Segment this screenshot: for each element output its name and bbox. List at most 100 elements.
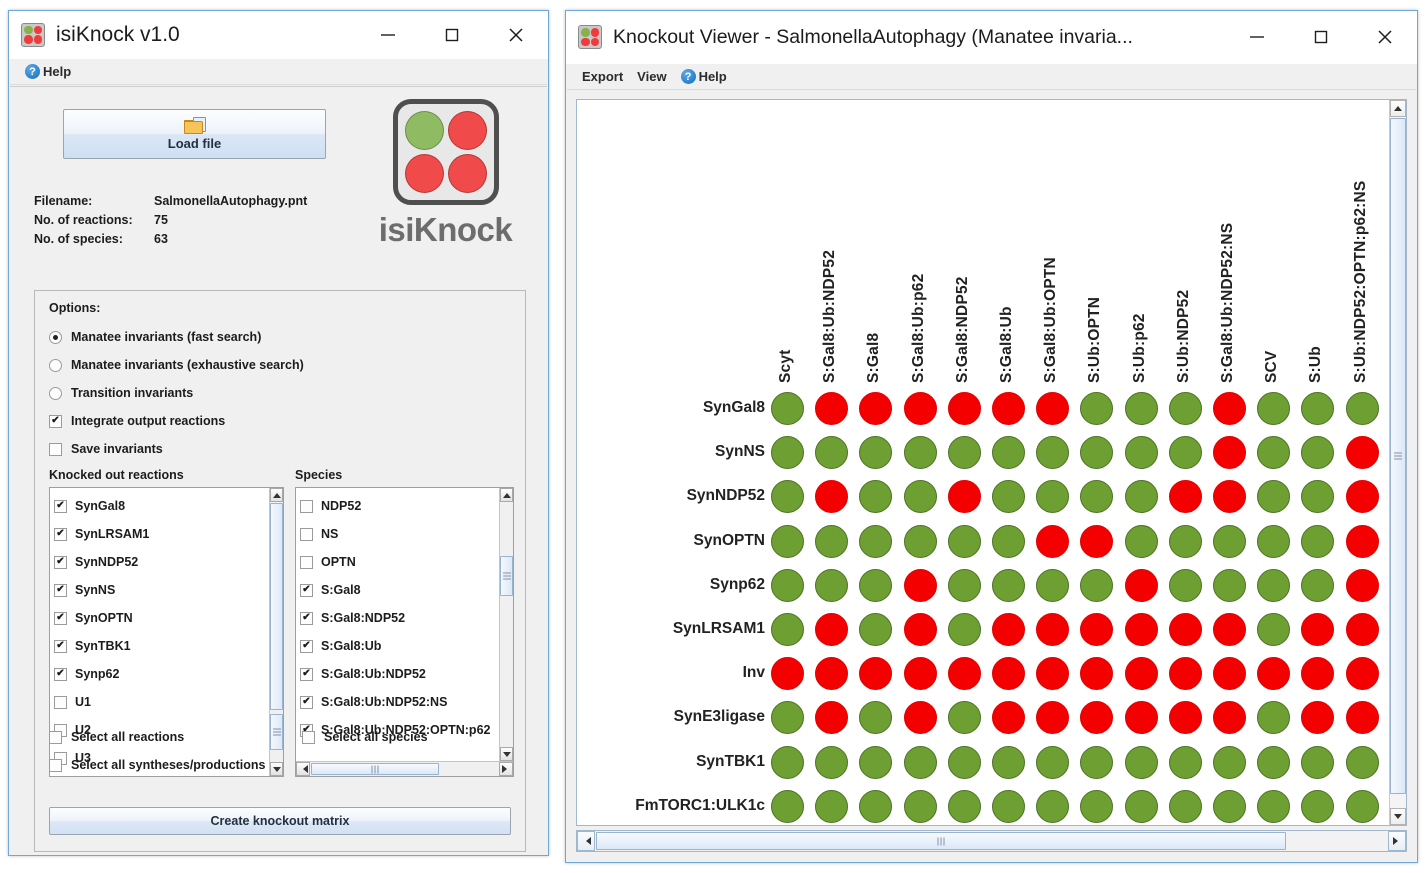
matrix-cell-green[interactable] [1257, 701, 1291, 735]
matrix-cell-red[interactable] [1124, 613, 1158, 646]
matrix-cell-green[interactable] [771, 789, 804, 823]
list-item-checkbox[interactable] [300, 639, 313, 653]
matrix-cell-red[interactable] [815, 657, 849, 691]
matrix-cell-red[interactable] [1213, 613, 1246, 646]
matrix-cell-red[interactable] [903, 613, 937, 646]
menu-item-view[interactable]: View [630, 67, 673, 86]
matrix-cell-red[interactable] [1036, 701, 1070, 735]
matrix-cell-red[interactable] [1036, 657, 1070, 691]
menu-item-export[interactable]: Export [575, 67, 630, 86]
matrix-cell-red[interactable] [1345, 480, 1379, 514]
matrix-cell-green[interactable] [1168, 524, 1202, 558]
list-item[interactable]: OPTN [300, 548, 499, 576]
matrix-cell-red[interactable] [815, 613, 849, 646]
matrix-cell-green[interactable] [1168, 568, 1202, 602]
matrix-cell-green[interactable] [1080, 568, 1114, 602]
list-item-checkbox[interactable] [300, 555, 313, 569]
matrix-cell-green[interactable] [947, 613, 981, 646]
menu-item-help[interactable]: ? Help [18, 62, 78, 81]
matrix-cell-green[interactable] [1257, 524, 1291, 558]
matrix-cell-green[interactable] [1036, 568, 1070, 602]
matrix-cell-red[interactable] [1257, 657, 1291, 691]
matrix-cell-green[interactable] [1257, 436, 1291, 470]
matrix-cell-green[interactable] [771, 436, 804, 470]
matrix-cell-green[interactable] [1036, 436, 1070, 470]
radio-manatee-exhaustive[interactable]: Manatee invariants (exhaustive search) [49, 351, 304, 379]
matrix-cell-green[interactable] [859, 789, 893, 823]
matrix-cell-red[interactable] [1301, 613, 1335, 646]
matrix-cell-red[interactable] [992, 392, 1025, 425]
matrix-cell-red[interactable] [1036, 524, 1070, 558]
list-item-checkbox[interactable] [300, 667, 313, 681]
matrix-cell-red[interactable] [1345, 657, 1379, 691]
matrix-cell-red[interactable] [947, 392, 981, 425]
load-file-button[interactable]: Load file [63, 109, 326, 159]
matrix-cell-red[interactable] [1168, 657, 1202, 691]
list-item[interactable]: S:Gal8:Ub [300, 632, 499, 660]
matrix-cell-red[interactable] [1168, 701, 1202, 735]
matrix-cell-green[interactable] [992, 789, 1025, 823]
matrix-cell-green[interactable] [1168, 745, 1202, 779]
matrix-cell-green[interactable] [859, 480, 893, 514]
matrix-cell-green[interactable] [1036, 789, 1070, 823]
matrix-cell-green[interactable] [992, 436, 1025, 470]
matrix-cell-green[interactable] [1124, 524, 1158, 558]
matrix-cell-red[interactable] [1213, 701, 1246, 735]
scroll-left-icon[interactable] [577, 831, 595, 851]
matrix-cell-green[interactable] [1080, 789, 1114, 823]
minimize-icon[interactable] [1225, 11, 1289, 63]
close-icon[interactable] [484, 11, 548, 58]
list-item-checkbox[interactable] [300, 527, 313, 541]
list-item-checkbox[interactable] [300, 695, 313, 709]
matrix-horizontal-scrollbar[interactable] [576, 830, 1407, 852]
matrix-cell-red[interactable] [1080, 613, 1114, 646]
matrix-cell-green[interactable] [1124, 436, 1158, 470]
matrix-cell-green[interactable] [815, 524, 849, 558]
checkbox-select-all-syntheses[interactable]: Select all syntheses/productions [49, 751, 514, 779]
checkbox-select-all-reactions[interactable]: Select all reactions [49, 723, 514, 751]
list-item[interactable]: SynNDP52 [54, 548, 269, 576]
matrix-cell-green[interactable] [815, 568, 849, 602]
list-item[interactable]: Synp62 [54, 660, 269, 688]
matrix-cell-green[interactable] [1301, 568, 1335, 602]
matrix-cell-green[interactable] [1257, 613, 1291, 646]
list-item[interactable]: S:Gal8:Ub:NDP52 [300, 660, 499, 688]
matrix-cell-red[interactable] [1301, 657, 1335, 691]
matrix-cell-green[interactable] [771, 524, 804, 558]
matrix-cell-green[interactable] [1080, 480, 1114, 514]
scroll-up-icon[interactable] [1390, 100, 1406, 117]
scroll-down-icon[interactable] [1390, 808, 1406, 825]
matrix-cell-green[interactable] [992, 480, 1025, 514]
matrix-cell-green[interactable] [1213, 745, 1246, 779]
matrix-cell-red[interactable] [903, 568, 937, 602]
list-item[interactable]: S:Gal8:Ub:NDP52:NS [300, 688, 499, 716]
radio-transition-invariants[interactable]: Transition invariants [49, 379, 304, 407]
list-item[interactable]: NDP52 [300, 492, 499, 520]
matrix-cell-green[interactable] [947, 701, 981, 735]
list-item[interactable]: S:Gal8:NDP52 [300, 604, 499, 632]
scrollbar-thumb[interactable] [270, 503, 283, 710]
matrix-cell-green[interactable] [1345, 789, 1379, 823]
list-item-checkbox[interactable] [54, 667, 67, 681]
matrix-cell-red[interactable] [1213, 436, 1246, 470]
matrix-cell-green[interactable] [1168, 436, 1202, 470]
list-item[interactable]: SynGal8 [54, 492, 269, 520]
matrix-cell-red[interactable] [771, 657, 804, 691]
checkbox-save-invariants[interactable]: Save invariants [49, 435, 304, 463]
list-item[interactable]: SynNS [54, 576, 269, 604]
matrix-cell-green[interactable] [1257, 392, 1291, 425]
matrix-cell-green[interactable] [1345, 745, 1379, 779]
matrix-cell-red[interactable] [1213, 480, 1246, 514]
list-item-checkbox[interactable] [54, 527, 67, 541]
matrix-cell-green[interactable] [815, 436, 849, 470]
matrix-cell-red[interactable] [903, 701, 937, 735]
matrix-cell-green[interactable] [1345, 392, 1379, 425]
matrix-cell-green[interactable] [1036, 480, 1070, 514]
matrix-cell-red[interactable] [1168, 480, 1202, 514]
matrix-cell-green[interactable] [1124, 745, 1158, 779]
matrix-cell-red[interactable] [1345, 436, 1379, 470]
matrix-cell-green[interactable] [1080, 745, 1114, 779]
list-item-checkbox[interactable] [54, 555, 67, 569]
matrix-cell-red[interactable] [1124, 657, 1158, 691]
list-item-checkbox[interactable] [54, 499, 67, 513]
